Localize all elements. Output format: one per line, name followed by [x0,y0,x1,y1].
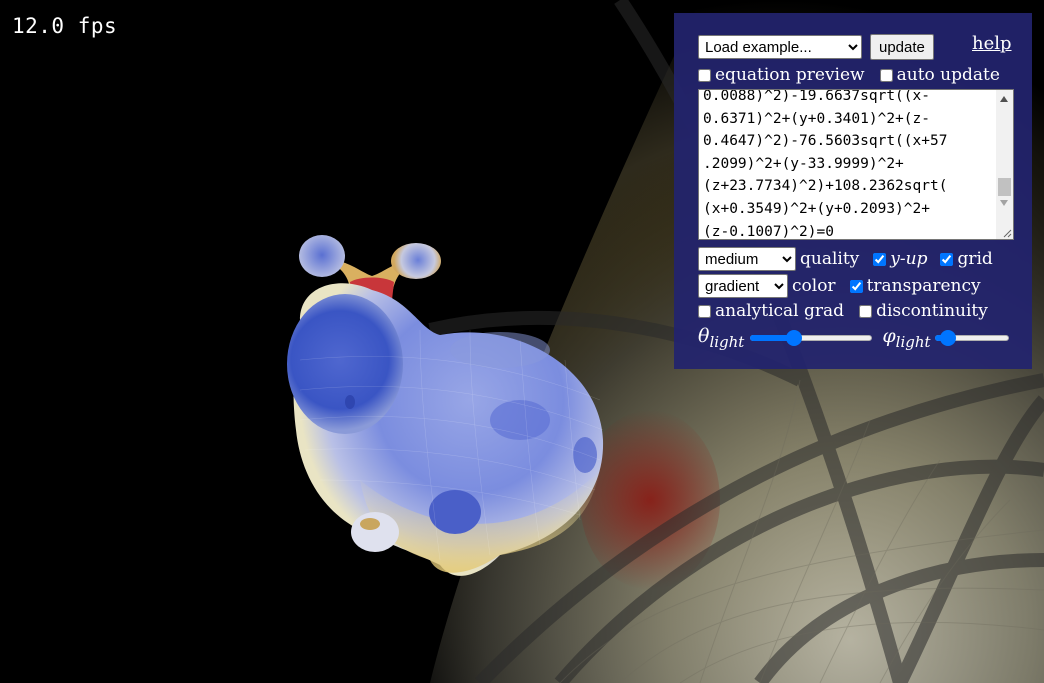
phi-light-slider[interactable] [934,330,1009,346]
color-select[interactable]: gradient [698,274,788,298]
quality-row: medium quality y-up grid [698,247,993,271]
preview-row: equation preview auto update [698,65,1000,85]
update-button[interactable]: update [870,34,934,60]
scroll-down-arrow-icon[interactable] [1000,200,1008,206]
y-up-checkbox[interactable] [873,252,887,266]
y-up-label: y-up [890,249,928,269]
grid-label: grid [957,249,993,269]
resize-handle-icon[interactable] [1002,228,1012,238]
fps-counter: 12.0 fps [12,14,118,38]
equation-line: 0.0088)^2)-19.6637sqrt((x- [703,89,930,104]
phi-light-label: φlight [882,325,931,351]
equation-preview-label: equation preview [715,65,865,85]
theta-light-label: θlight [698,325,745,351]
equation-line: (z+23.7734)^2)+108.2362sqrt( [703,178,948,195]
help-link[interactable]: help [972,33,1012,54]
grid-checkbox[interactable] [940,252,954,266]
transparency-checkbox[interactable] [849,279,863,293]
discontinuity-checkbox[interactable] [859,304,873,318]
control-panel: Load example... update help equation pre… [674,13,1032,369]
equation-line: 0.4647)^2)-76.5603sqrt((x+57 [703,133,948,150]
example-row: Load example... update [698,34,934,60]
quality-select[interactable]: medium [698,247,796,271]
slider-thumb[interactable] [786,330,803,346]
discontinuity-label: discontinuity [876,301,988,321]
equation-preview-checkbox[interactable] [698,68,711,82]
equation-line: 0.6371)^2+(y+0.3401)^2+(z- [703,110,930,127]
slider-thumb[interactable] [939,330,956,346]
color-row: gradient color transparency [698,274,981,298]
equation-textarea[interactable]: 0.0088)^2)-19.6637sqrt((x- 0.6371)^2+(y+… [698,89,1014,240]
analytical-grad-checkbox[interactable] [698,304,711,318]
transparency-label: transparency [866,276,981,296]
analytical-row: analytical grad discontinuity [698,301,988,321]
light-row: θlight φlight [698,325,1009,351]
quality-label: quality [800,249,860,269]
equation-text: 0.0088)^2)-19.6637sqrt((x- 0.6371)^2+(y+… [703,89,985,240]
auto-update-label: auto update [896,65,1000,85]
color-label: color [792,276,836,296]
auto-update-checkbox[interactable] [879,68,893,82]
equation-line: (x+0.3549)^2+(y+0.2093)^2+ [703,200,930,217]
theta-light-slider[interactable] [750,330,873,346]
analytical-grad-label: analytical grad [715,301,845,321]
equation-line: .2099)^2+(y-33.9999)^2+ [703,155,904,172]
scrollbar-thumb[interactable] [998,178,1011,196]
equation-scrollbar[interactable] [996,90,1013,239]
equation-line: (z-0.1007)^2)=0 [703,223,834,240]
scroll-up-arrow-icon[interactable] [1000,96,1008,102]
load-example-select[interactable]: Load example... [698,35,862,59]
render-viewport[interactable]: 12.0 fps Load example... update help equ… [0,0,1044,683]
